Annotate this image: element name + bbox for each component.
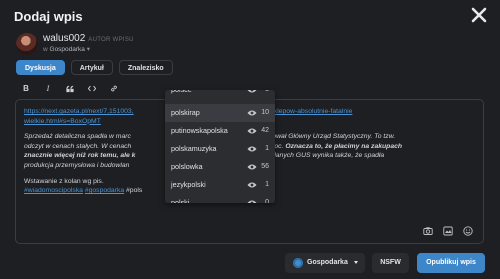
format-toolbar: B I (22, 84, 118, 93)
chevron-down-icon (354, 261, 358, 264)
eye-icon (247, 128, 257, 134)
typing-hashtag: #pols (126, 187, 143, 195)
tab-article[interactable]: Artykuł (70, 60, 113, 75)
community-prefix: w (43, 46, 48, 53)
community-name: Gospodarka (49, 46, 85, 53)
eye-icon (247, 90, 257, 93)
avatar[interactable] (16, 33, 38, 55)
modal-title: Dodaj wpis (14, 9, 83, 24)
gif-icon[interactable] (443, 226, 453, 236)
author-username[interactable]: walus002 (43, 33, 85, 44)
hashtag-suggestions: polsce 3 polskirap 10 putinowskapolska 4… (165, 90, 275, 203)
author-role-badge: AUTOR WPISU (88, 37, 134, 43)
chevron-down-icon: ▾ (86, 46, 91, 53)
community-selector-inline[interactable]: w Gospodarka ▾ (43, 45, 90, 53)
bold-button[interactable]: B (22, 84, 30, 93)
suggestion-item[interactable]: polskirap 10 (165, 104, 275, 122)
publish-button[interactable]: Opublikuj wpis (417, 253, 485, 273)
editor-actions (423, 226, 473, 236)
eye-icon (247, 110, 257, 116)
suggestion-item[interactable]: polslowka 56 (165, 158, 275, 176)
suggestion-item[interactable]: polsce 3 (165, 90, 275, 99)
author-info: walus002 AUTOR WPISU (43, 33, 134, 44)
code-icon[interactable] (88, 84, 96, 93)
italic-button[interactable]: I (44, 84, 52, 93)
nsfw-button[interactable]: NSFW (372, 253, 409, 273)
hashtag-link[interactable]: #wiadomoscipolska (24, 187, 83, 194)
camera-icon[interactable] (423, 226, 433, 236)
eye-icon (247, 182, 257, 188)
eye-icon (247, 146, 257, 152)
hashtag-link[interactable]: #gospodarka (85, 187, 124, 194)
tab-finding[interactable]: Znalezisko (118, 60, 173, 75)
quote-icon[interactable] (66, 84, 74, 93)
eye-icon (247, 164, 257, 170)
eye-icon (247, 200, 257, 203)
post-type-tabs: Dyskusja Artykuł Znalezisko (16, 60, 173, 75)
add-post-modal: Dodaj wpis walus002 AUTOR WPISU w Gospoda… (0, 0, 500, 279)
suggestion-item[interactable]: polskamuzyka 1 (165, 140, 275, 158)
community-icon (293, 258, 303, 268)
suggestion-item[interactable]: jezykpolski 1 (165, 176, 275, 194)
suggestion-item[interactable]: putinowskapolska 42 (165, 122, 275, 140)
suggestion-item[interactable]: polski 0 (165, 194, 275, 203)
emoji-icon[interactable] (463, 226, 473, 236)
tab-discussion[interactable]: Dyskusja (16, 60, 65, 75)
link-icon[interactable] (110, 84, 118, 93)
close-icon[interactable] (470, 6, 488, 24)
modal-footer: Gospodarka NSFW Opublikuj wpis (0, 248, 500, 279)
community-select-button[interactable]: Gospodarka (285, 253, 365, 273)
